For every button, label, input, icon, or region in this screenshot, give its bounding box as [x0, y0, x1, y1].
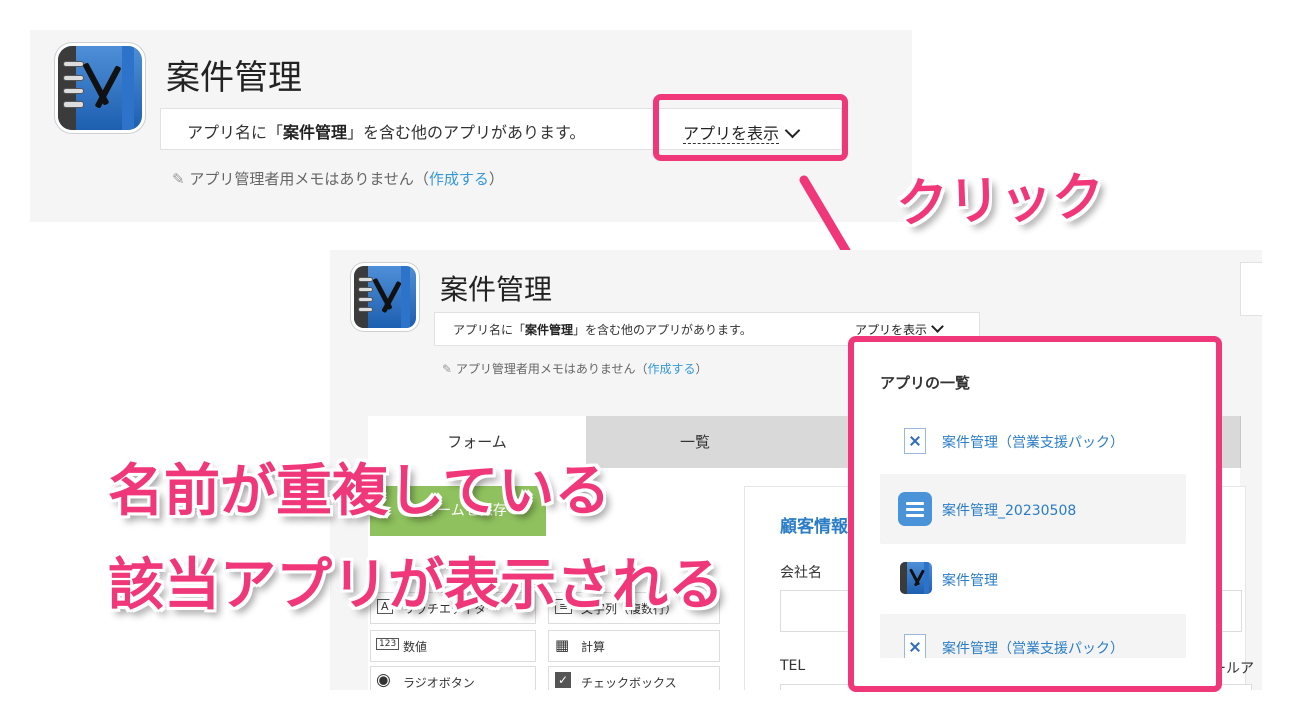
admin-memo: ✎ アプリ管理者用メモはありません（作成する）	[442, 362, 708, 376]
tab-list[interactable]: 一覧	[586, 416, 805, 468]
app-list-dropdown: アプリの一覧 案件管理（営業支援パック） 案件管理_20230508 案件管理 …	[848, 336, 1222, 692]
section-title: 顧客情報	[780, 517, 848, 537]
notebook-icon	[900, 562, 932, 594]
apps-shown-annotation: 該当アプリが表示される	[108, 553, 724, 618]
doc-icon	[904, 634, 926, 658]
admin-memo: ✎ アプリ管理者用メモはありません（作成する）	[172, 170, 504, 188]
memo-edit-icon: ✎	[442, 362, 456, 376]
company-label: 会社名	[780, 565, 822, 581]
tel-label: TEL	[780, 658, 806, 674]
notebook-app-icon	[58, 46, 142, 130]
app-list-heading: アプリの一覧	[880, 374, 971, 392]
palette-item[interactable]: 123 数値	[370, 630, 536, 662]
app-list-item[interactable]: 案件管理	[880, 546, 1186, 612]
radio-button-icon: ◉	[376, 670, 391, 690]
app-list-item[interactable]: 案件管理_20230508	[880, 474, 1186, 544]
notice-text: アプリ名に「案件管理」を含む他のアプリがあります。	[453, 323, 752, 337]
top-right-box	[1240, 262, 1262, 316]
number-icon: 123	[376, 638, 400, 650]
chevron-down-icon	[931, 320, 944, 333]
doc-icon	[904, 428, 926, 454]
palette-item[interactable]: ▦ 計算	[548, 630, 720, 662]
app-list-item[interactable]: 案件管理（営業支援パック）	[880, 410, 1186, 472]
create-memo-link[interactable]: 作成する	[648, 362, 696, 376]
click-annotation: クリック	[895, 167, 1106, 235]
create-memo-link[interactable]: 作成する	[429, 170, 489, 188]
list-icon	[898, 492, 932, 526]
palette-item[interactable]: ✓ チェックボックス	[548, 666, 720, 690]
duplicate-name-annotation: 名前が重複している	[108, 459, 611, 524]
app-list-item[interactable]: 案件管理（営業支援パック）	[880, 614, 1186, 658]
calculator-icon: ▦	[555, 636, 570, 654]
page-title: 案件管理	[440, 273, 553, 306]
memo-edit-icon: ✎	[172, 170, 190, 188]
page-title: 案件管理	[166, 58, 302, 98]
notebook-app-icon	[354, 266, 416, 328]
palette-item[interactable]: ◉ ラジオボタン	[370, 666, 536, 690]
notice-text: アプリ名に「案件管理」を含む他のアプリがあります。	[187, 123, 586, 142]
show-apps-highlight	[653, 94, 848, 161]
checkbox-icon: ✓	[555, 672, 571, 688]
